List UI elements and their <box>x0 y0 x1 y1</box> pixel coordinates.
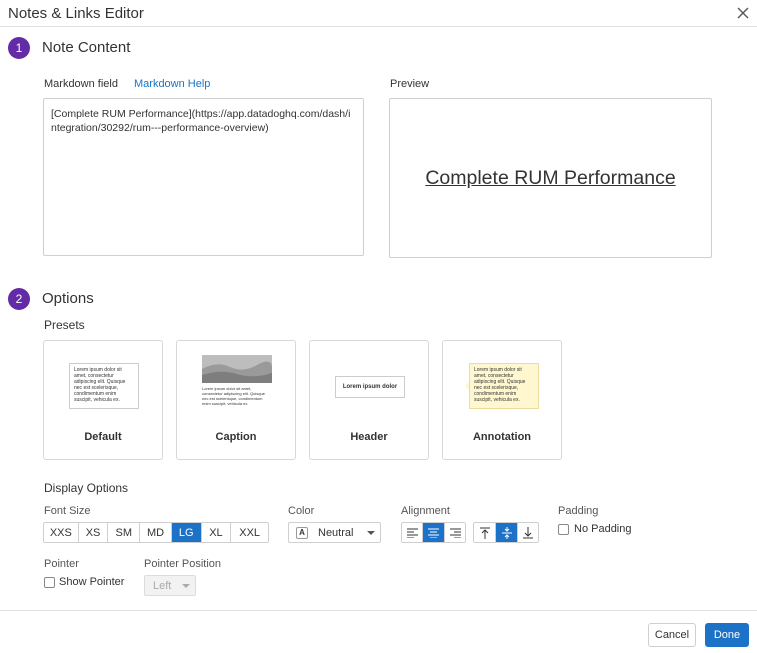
show-pointer-label[interactable]: Show Pointer <box>59 576 124 588</box>
align-left-icon <box>406 528 418 538</box>
align-middle-icon <box>501 526 512 539</box>
display-options-label: Display Options <box>44 481 129 495</box>
preset-caption-text: Lorem ipsum dolor sit amet, consectetur … <box>202 386 265 406</box>
horizontal-alignment-selector <box>401 522 466 543</box>
align-center-button[interactable] <box>423 523 445 542</box>
dialog-title: Notes & Links Editor <box>8 5 144 22</box>
font-size-md[interactable]: MD <box>140 523 172 542</box>
align-middle-button[interactable] <box>496 523 518 542</box>
presets-label: Presets <box>44 318 85 332</box>
preset-label: Header <box>350 431 388 443</box>
font-size-xs[interactable]: XS <box>78 523 109 542</box>
vertical-alignment-selector <box>473 522 539 543</box>
pointer-label: Pointer <box>44 558 79 570</box>
preset-annotation[interactable]: Lorem ipsum dolor sit amet, consectetur … <box>442 340 562 460</box>
cancel-button[interactable]: Cancel <box>648 623 696 647</box>
alignment-label: Alignment <box>401 505 450 517</box>
no-padding-label[interactable]: No Padding <box>574 523 632 535</box>
preset-default-thumbnail: Lorem ipsum dolor sit amet, consectetur … <box>69 363 139 409</box>
font-size-xl[interactable]: XL <box>201 523 232 542</box>
align-top-button[interactable] <box>474 523 496 542</box>
chevron-down-icon <box>367 531 375 535</box>
preset-header-thumbnail: Lorem ipsum dolor <box>335 376 405 398</box>
markdown-textarea[interactable]: [Complete RUM Performance](https://app.d… <box>43 98 364 256</box>
padding-label: Padding <box>558 505 599 517</box>
step-badge-1: 1 <box>8 37 30 59</box>
markdown-help-link[interactable]: Markdown Help <box>134 78 210 90</box>
font-size-selector: XXS XS SM MD LG XL XXL <box>43 522 269 543</box>
preset-label: Annotation <box>472 431 532 443</box>
section-title-note-content: Note Content <box>42 39 131 56</box>
preset-default[interactable]: Lorem ipsum dolor sit amet, consectetur … <box>43 340 163 460</box>
align-center-icon <box>428 528 439 538</box>
pointer-position-value: Left <box>153 580 172 592</box>
color-select[interactable]: A Neutral <box>288 522 381 543</box>
close-icon[interactable] <box>735 5 751 21</box>
preview-pane: Complete RUM Performance <box>389 98 712 258</box>
align-left-button[interactable] <box>402 523 423 542</box>
no-padding-checkbox[interactable] <box>558 524 569 535</box>
font-size-xxs[interactable]: XXS <box>44 523 79 542</box>
step-badge-2: 2 <box>8 288 30 310</box>
pointer-position-select[interactable]: Left <box>144 575 196 596</box>
preview-label: Preview <box>390 78 430 90</box>
align-right-button[interactable] <box>445 523 465 542</box>
align-bottom-button[interactable] <box>518 523 538 542</box>
preview-link[interactable]: Complete RUM Performance <box>390 167 711 190</box>
chevron-down-icon <box>182 584 190 588</box>
show-pointer-checkbox[interactable] <box>44 577 55 588</box>
font-size-lg[interactable]: LG <box>171 523 202 542</box>
footer-divider <box>0 610 757 611</box>
color-label: Color <box>288 505 315 517</box>
caption-image-thumbnail <box>202 355 272 383</box>
font-size-sm[interactable]: SM <box>108 523 141 542</box>
preset-header[interactable]: Lorem ipsum dolor Header <box>309 340 429 460</box>
markdown-field-label: Markdown field <box>44 78 118 90</box>
pointer-position-label: Pointer Position <box>144 558 222 570</box>
font-size-xxl[interactable]: XXL <box>231 523 268 542</box>
preset-label: Caption <box>215 431 257 443</box>
color-value: Neutral <box>318 527 354 539</box>
font-size-label: Font Size <box>44 505 91 517</box>
align-top-icon <box>479 527 490 539</box>
align-bottom-icon <box>523 526 533 538</box>
preset-caption[interactable]: Lorem ipsum dolor sit amet, consectetur … <box>176 340 296 460</box>
preset-label: Default <box>84 431 122 443</box>
color-swatch-icon: A <box>296 527 308 539</box>
dialog-titlebar: Notes & Links Editor <box>0 0 757 27</box>
preset-annotation-thumbnail: Lorem ipsum dolor sit amet, consectetur … <box>469 363 539 409</box>
section-title-options: Options <box>42 290 94 307</box>
align-right-icon <box>449 528 461 538</box>
done-button[interactable]: Done <box>705 623 749 647</box>
